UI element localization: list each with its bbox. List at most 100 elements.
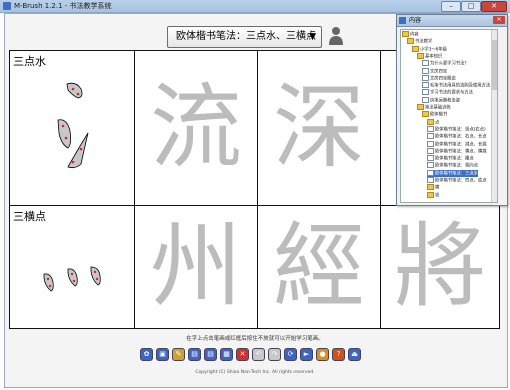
- practice-cell[interactable]: 州: [135, 206, 258, 328]
- copyright-text: Copyright (C) Shiao Nan-Tech Inc. All ri…: [195, 370, 315, 375]
- folder-icon: [427, 118, 434, 125]
- tree-item-label: 欧体楷书笔法：右点、长点: [435, 134, 487, 140]
- tree-item-label: 欧体楷书笔法：相向点: [435, 163, 478, 169]
- tree-item-label: 文房四宝: [430, 69, 448, 74]
- stroke-selector[interactable]: 欧体楷书笔法：三点水、三横点 ▼: [167, 26, 322, 48]
- tree-item[interactable]: 书法教学: [407, 38, 432, 45]
- tree-item[interactable]: 欧体楷书笔法：右点、长点: [427, 133, 487, 140]
- panel-icon: [399, 17, 406, 24]
- tree-scrollbar[interactable]: [491, 30, 497, 202]
- stroke-dot-2[interactable]: [57, 119, 72, 149]
- practice-character: 州: [149, 213, 242, 320]
- tree-item[interactable]: 学习书法的要求与方法: [422, 89, 473, 96]
- app-icon: [3, 2, 11, 10]
- tree-item-label: 执笔运腕和坐姿: [430, 98, 461, 104]
- help-icon[interactable]: ?: [332, 348, 345, 361]
- folder-icon: [417, 52, 424, 59]
- save-as-icon[interactable]: ▤: [204, 348, 217, 361]
- document-icon: [427, 162, 434, 169]
- tree-item-label: 欧体楷书笔法：竖点(右点): [435, 127, 486, 133]
- tree-item-label: 欧体楷书笔法：三点水: [435, 171, 478, 177]
- content-panel-titlebar[interactable]: 内容 ✕: [397, 15, 507, 27]
- tree-item-label: 欧体楷书: [430, 112, 448, 118]
- maximize-button[interactable]: □: [461, 1, 481, 12]
- document-icon: [422, 60, 429, 67]
- tree-item[interactable]: 欧体楷书笔法：三点水: [427, 169, 478, 177]
- tree-item[interactable]: 基本知识: [417, 52, 443, 60]
- tree-item-label: 小学3～6年级: [420, 47, 447, 53]
- stroke-dot-1[interactable]: [66, 82, 83, 99]
- undo-icon[interactable]: ↶: [252, 348, 265, 361]
- document-icon: [427, 147, 434, 154]
- tree-item[interactable]: 欧体楷书笔法：相向点: [427, 162, 478, 169]
- tree-item[interactable]: 点: [427, 118, 439, 126]
- folder-icon: [412, 45, 419, 52]
- minimize-button[interactable]: –: [441, 1, 461, 12]
- tree-item[interactable]: 笔法基础训练: [417, 104, 451, 111]
- stroke-dot-3[interactable]: [90, 266, 101, 286]
- record-icon[interactable]: ●: [316, 348, 329, 361]
- play-icon[interactable]: ►: [300, 348, 313, 361]
- document-icon: [427, 177, 434, 183]
- stroke-dot-1[interactable]: [43, 273, 54, 292]
- document-icon: [422, 96, 429, 103]
- panel-close-button[interactable]: ✕: [493, 16, 505, 24]
- content-panel[interactable]: 内容 ✕ 内容 书法教学 小学3～6年级 基本知识 为什么要学习书法? 文房四宝 文房四宝概…: [396, 14, 508, 206]
- folder-icon: [422, 111, 429, 118]
- tree-item[interactable]: 欧体楷书笔法：横点、横挑: [427, 147, 487, 155]
- edit-icon[interactable]: ✎: [172, 348, 185, 361]
- open-icon[interactable]: ▣: [156, 348, 169, 361]
- tree-item-label: 欧体楷书笔法：四点、底点: [435, 178, 487, 184]
- tree-item[interactable]: 为什么要学习书法?: [422, 60, 467, 67]
- tree-item[interactable]: 毛笔书法用具的选购及使用方法: [422, 82, 490, 89]
- tree-item[interactable]: 竖: [427, 191, 439, 199]
- practice-cell[interactable]: 深: [258, 51, 381, 206]
- tree-item[interactable]: 文房四宝概说: [422, 74, 456, 82]
- stroke-dot-2[interactable]: [67, 268, 78, 287]
- practice-cell[interactable]: 將: [381, 206, 499, 328]
- tree-item[interactable]: 横: [427, 184, 439, 191]
- settings-icon[interactable]: ✿: [140, 348, 153, 361]
- tree-item[interactable]: 欧体楷书笔法：撇点: [427, 155, 474, 162]
- practice-cell[interactable]: 經: [258, 206, 381, 328]
- tree-item-label: 书法教学: [415, 39, 433, 45]
- tree-item[interactable]: 欧体楷书笔法：四点、底点: [427, 177, 487, 184]
- tree-item[interactable]: 内容: [402, 31, 419, 38]
- close-button[interactable]: ✕: [481, 1, 507, 12]
- tree-item-label: 毛笔书法用具的选购及使用方法: [430, 83, 491, 89]
- content-panel-title: 内容: [409, 17, 422, 24]
- document-icon: [427, 155, 434, 162]
- delete-icon[interactable]: ✕: [236, 348, 249, 361]
- instruction-hint: 在字上点击笔画或红框后按住不放就可以开始学习笔画。: [186, 336, 324, 342]
- tree-item-label: 横: [435, 185, 440, 191]
- document-icon: [427, 133, 434, 140]
- user-icon[interactable]: [328, 25, 344, 45]
- tree-item-label: 基本知识: [425, 54, 443, 60]
- tree-item-label: 为什么要学习书法?: [430, 61, 467, 67]
- save-icon[interactable]: ▤: [188, 348, 201, 361]
- folder-icon: [427, 184, 434, 191]
- tree-item[interactable]: 欧体楷书: [422, 111, 447, 118]
- bottom-toolbar: ✿ ▣ ✎ ▤ ▤ ▦ ✕ ↶ ↷ ⟳ ► ●? ⏏: [140, 348, 370, 362]
- stroke-demo-cell[interactable]: 三点水: [10, 51, 135, 206]
- tree-item[interactable]: 文房四宝: [422, 67, 448, 75]
- title-bar: M-Brush 1.2.1 - 书法教学系统 – □ ✕: [0, 0, 510, 13]
- tree-item-label: 欧体楷书笔法：横点、横挑: [435, 149, 487, 155]
- tree-item[interactable]: 执笔运腕和坐姿: [422, 96, 461, 104]
- practice-cell[interactable]: 流: [135, 51, 258, 206]
- tree-item[interactable]: 欧体楷书笔法：竖点(右点): [427, 125, 486, 133]
- practice-character: 經: [272, 213, 365, 320]
- folder-icon: [427, 191, 434, 198]
- content-tree: 内容 书法教学小学3～6年级 基本知识 为什么要学习书法? 文房四宝 文房四宝概说 毛笔书法…: [400, 29, 498, 203]
- grid-icon[interactable]: ▦: [220, 348, 233, 361]
- stroke-demo-drawing: [43, 266, 101, 292]
- redo-icon[interactable]: ↷: [268, 348, 281, 361]
- dropdown-arrow-icon: ▼: [309, 32, 316, 42]
- tree-item[interactable]: 欧体楷书笔法：挑点、长挑: [427, 140, 487, 148]
- tree-item[interactable]: 小学3～6年级: [412, 45, 447, 53]
- scrollbar-thumb[interactable]: [492, 40, 497, 90]
- folder-icon: [407, 38, 414, 45]
- stroke-demo-cell[interactable]: 三横点: [10, 206, 135, 328]
- exit-icon[interactable]: ⏏: [348, 348, 361, 361]
- refresh-icon[interactable]: ⟳: [284, 348, 297, 361]
